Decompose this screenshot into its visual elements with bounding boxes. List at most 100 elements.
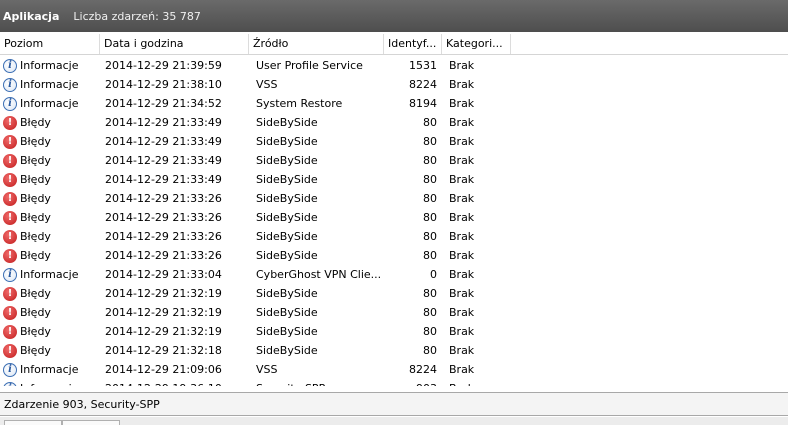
source-cell: SideBySide [256,211,318,224]
table-row[interactable]: i Informacje 2014-12-29 21:38:10 VSS 8224 Bra… [0,75,788,94]
category-cell: Brak [449,325,475,338]
level-label: Błędy [20,287,51,300]
detail-tab-details[interactable] [62,420,120,425]
table-row[interactable]: ! Błędy 2014-12-29 21:33:49 SideBySide 80 Bra… [0,170,788,189]
event-id-cell: 903 [386,379,437,386]
level-cell: ! Błędy [3,284,99,303]
level-label: Informacje [20,59,79,72]
date-cell: 2014-12-29 21:09:06 [105,363,222,376]
level-label: Błędy [20,344,51,357]
error-icon: ! [3,191,17,206]
level-label: Błędy [20,135,51,148]
date-cell: 2014-12-29 21:33:26 [105,192,222,205]
level-label: Błędy [20,192,51,205]
category-cell: Brak [449,287,475,300]
table-row[interactable]: ! Błędy 2014-12-29 21:33:26 SideBySide 80 Bra… [0,246,788,265]
event-id-cell: 8194 [409,97,437,110]
date-cell: 2014-12-29 21:33:26 [105,211,222,224]
category-cell: Brak [449,116,475,129]
level-label: Błędy [20,211,51,224]
level-label: Błędy [20,325,51,338]
table-row[interactable]: ! Błędy 2014-12-29 21:33:49 SideBySide 80 Bra… [0,132,788,151]
date-cell: 2014-12-29 21:32:19 [105,325,222,338]
table-row[interactable]: i Informacje 2014-12-29 21:33:04 CyberGhost… [0,265,788,284]
level-cell: iInformacje [3,56,99,75]
event-id-cell: 80 [423,116,437,129]
category-cell: Brak [449,306,475,319]
detail-tab-general[interactable] [4,420,62,425]
column-header-id[interactable]: Identyf... [384,34,442,54]
event-id-cell: 1531 [409,59,437,72]
date-cell: 2014-12-29 21:33:49 [105,154,222,167]
table-row[interactable]: ! Błędy 2014-12-29 21:32:19 SideBySide 80 Bra… [0,322,788,341]
table-row[interactable]: ! Błędy 2014-12-29 21:32:19 SideBySide 80 Bra… [0,303,788,322]
category-cell: Brak [449,249,475,262]
event-id-cell: 80 [423,344,437,357]
info-icon: i [3,381,17,386]
source-cell: SideBySide [256,135,318,148]
category-cell: Brak [449,173,475,186]
category-cell: Brak [449,230,475,243]
error-icon: ! [3,210,17,225]
category-cell: Brak [449,268,475,281]
source-cell: SideBySide [256,249,318,262]
source-cell: VSS [256,78,278,91]
level-label: Informacje [20,363,79,376]
error-icon: ! [3,172,17,187]
table-row[interactable]: ! Błędy 2014-12-29 21:33:49 SideBySide 80 Bra… [0,151,788,170]
column-header-row: Poziom Data i godzina Źródło Identyf... … [0,34,788,55]
event-id-cell: 8224 [409,78,437,91]
level-label: Błędy [20,306,51,319]
level-cell: ! Błędy [3,227,99,246]
table-row[interactable]: i Informacje 2014-12-29 21:34:52 System Res… [0,94,788,113]
event-id-cell: 80 [423,154,437,167]
source-cell: SideBySide [256,230,318,243]
table-row[interactable]: ! Błędy 2014-12-29 21:32:18 SideBySide 80 Bra… [0,341,788,360]
info-icon: i [3,362,17,377]
table-row[interactable]: ! Błędy 2014-12-29 21:33:49 SideBySide 80 Bra… [0,113,788,132]
column-header-date[interactable]: Data i godzina [100,34,249,54]
level-cell: ! Błędy [3,113,99,132]
date-cell: 2014-12-29 21:33:04 [105,268,222,281]
date-cell: 2014-12-29 21:39:59 [105,59,222,72]
date-cell: 2014-12-29 21:33:49 [105,173,222,186]
event-id-cell: 80 [423,192,437,205]
level-cell: iInformacje [3,265,99,284]
category-cell: Brak [449,135,475,148]
level-cell: ! Błędy [3,246,99,265]
date-cell: 2014-12-29 21:32:19 [105,306,222,319]
selected-event-label: Zdarzenie 903, Security-SPP [4,398,160,411]
date-cell: 2014-12-29 21:33:26 [105,249,222,262]
level-cell: ! Błędy [3,189,99,208]
table-row[interactable]: ! Błędy 2014-12-29 21:33:26 SideBySide 80 Bra… [0,208,788,227]
table-row[interactable]: iInformacje 2014-12-29 19:36:10 Security-S… [0,379,788,386]
table-row[interactable]: ! Błędy 2014-12-29 21:33:26 SideBySide 80 Bra… [0,189,788,208]
source-cell: SideBySide [256,154,318,167]
column-header-level[interactable]: Poziom [0,34,100,54]
table-row[interactable]: ! Błędy 2014-12-29 21:32:19 SideBySide 80 Bra… [0,284,788,303]
level-cell: ! Błędy [3,170,99,189]
column-header-source[interactable]: Źródło [249,34,384,54]
status-bar: Zdarzenie 903, Security-SPP [0,392,788,416]
level-cell: iInformacje [3,379,99,386]
source-cell: CyberGhost VPN Clie... [256,268,382,281]
info-icon: i [3,267,17,282]
info-icon: i [3,58,17,73]
level-label: Błędy [20,116,51,129]
error-icon: ! [3,324,17,339]
level-cell: ! Błędy [3,132,99,151]
table-row[interactable]: i Informacje 2014-12-29 21:09:06 VSS 8224 Bra… [0,360,788,379]
event-id-cell: 0 [430,268,437,281]
error-icon: ! [3,248,17,263]
event-id-cell: 80 [423,306,437,319]
level-cell: ! Błędy [3,303,99,322]
source-cell: SideBySide [256,325,318,338]
table-row[interactable]: ! Błędy 2014-12-29 21:33:26 SideBySide 80 Bra… [0,227,788,246]
event-id-cell: 80 [423,211,437,224]
event-id-cell: 80 [423,135,437,148]
source-cell: User Profile Service [256,59,363,72]
column-header-category[interactable]: Kategori... [442,34,511,54]
source-cell: SideBySide [256,306,318,319]
error-icon: ! [3,153,17,168]
table-row[interactable]: i Informacje 2014-12-29 21:39:59 User Profi… [0,56,788,75]
